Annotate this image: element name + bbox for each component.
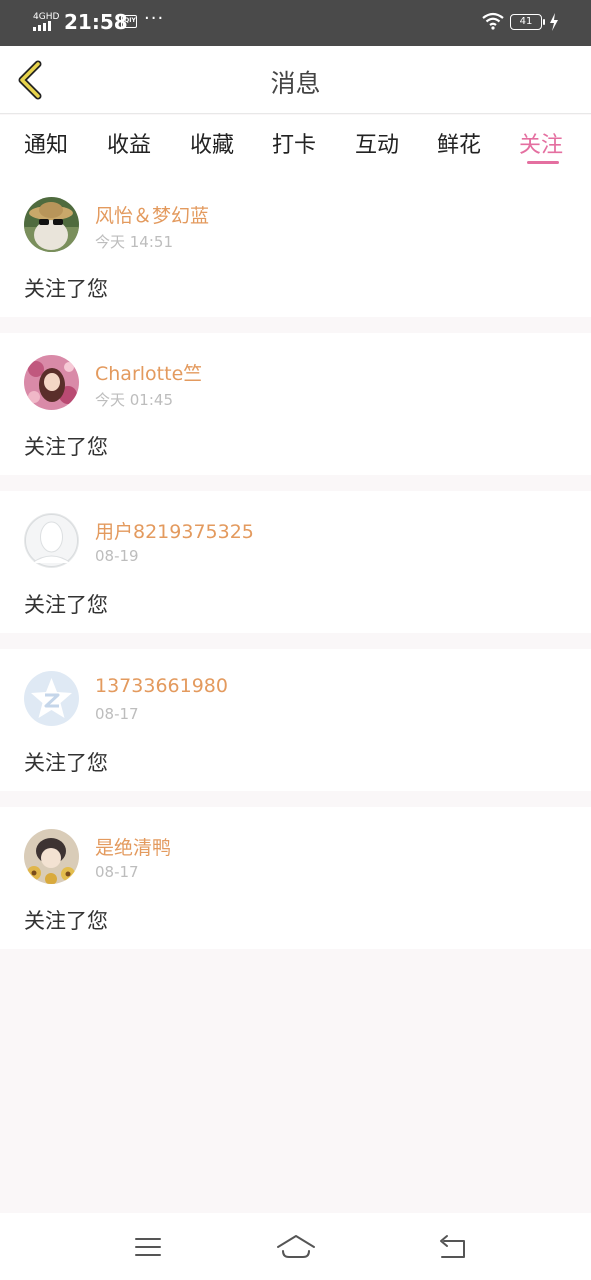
tab-flowers[interactable]: 鲜花 <box>437 127 481 159</box>
system-nav-bar <box>0 1213 591 1280</box>
header: 消息 <box>0 46 591 114</box>
signal-icon: 4GHD <box>33 12 60 31</box>
back-nav-button[interactable] <box>432 1231 472 1263</box>
tab-favorites[interactable]: 收藏 <box>190 127 234 159</box>
back-arrow-icon <box>440 1235 465 1258</box>
tab-earnings[interactable]: 收益 <box>107 127 151 159</box>
message-text: 关注了您 <box>24 909 108 933</box>
username[interactable]: 风怡＆梦幻蓝 <box>95 201 209 228</box>
default-avatar[interactable] <box>24 513 79 568</box>
timestamp: 08-17 <box>95 863 139 881</box>
qzone-avatar[interactable] <box>24 671 79 726</box>
avatar[interactable] <box>24 355 79 410</box>
list-item[interactable]: 用户8219375325 08-19 关注了您 <box>0 491 591 633</box>
status-bar: 4GHD 21:58 iQIY ··· 41 <box>0 0 591 46</box>
tab-follows[interactable]: 关注 <box>519 127 563 159</box>
username[interactable]: Charlotte竺 <box>95 359 202 386</box>
message-text: 关注了您 <box>24 277 108 301</box>
tab-notifications[interactable]: 通知 <box>24 127 68 159</box>
active-tab-indicator <box>527 161 559 164</box>
username[interactable]: 13733661980 <box>95 675 228 697</box>
username[interactable]: 用户8219375325 <box>95 517 254 544</box>
page-title: 消息 <box>270 69 321 98</box>
tab-checkin[interactable]: 打卡 <box>272 127 316 159</box>
menu-button[interactable] <box>128 1231 168 1263</box>
iqiyi-app-icon: iQIY <box>121 15 137 28</box>
home-button[interactable] <box>276 1231 316 1263</box>
list-item[interactable]: 13733661980 08-17 关注了您 <box>0 649 591 791</box>
username[interactable]: 是绝清鸭 <box>95 833 171 860</box>
timestamp: 今天 01:45 <box>95 391 173 409</box>
network-type: 4GHD <box>33 12 60 22</box>
avatar[interactable] <box>24 829 79 884</box>
home-icon <box>277 1235 315 1258</box>
list-item[interactable]: 风怡＆梦幻蓝 今天 14:51 关注了您 <box>0 175 591 317</box>
charging-icon <box>550 13 558 31</box>
menu-icon <box>135 1238 161 1256</box>
list-item[interactable]: 是绝清鸭 08-17 关注了您 <box>0 807 591 949</box>
message-text: 关注了您 <box>24 751 108 775</box>
battery-icon: 41 <box>510 14 545 30</box>
clock: 21:58 <box>64 10 128 34</box>
message-text: 关注了您 <box>24 435 108 459</box>
battery-level: 41 <box>519 16 533 27</box>
wifi-icon <box>482 12 504 30</box>
timestamp: 08-17 <box>95 705 139 723</box>
more-notifications-icon: ··· <box>144 8 165 29</box>
timestamp: 08-19 <box>95 547 139 565</box>
timestamp: 今天 14:51 <box>95 233 173 251</box>
tab-bar: 通知 收益 收藏 打卡 互动 鲜花 关注 <box>0 115 591 176</box>
list-item[interactable]: Charlotte竺 今天 01:45 关注了您 <box>0 333 591 475</box>
avatar[interactable] <box>24 197 79 252</box>
message-text: 关注了您 <box>24 593 108 617</box>
tab-interactions[interactable]: 互动 <box>355 127 399 159</box>
